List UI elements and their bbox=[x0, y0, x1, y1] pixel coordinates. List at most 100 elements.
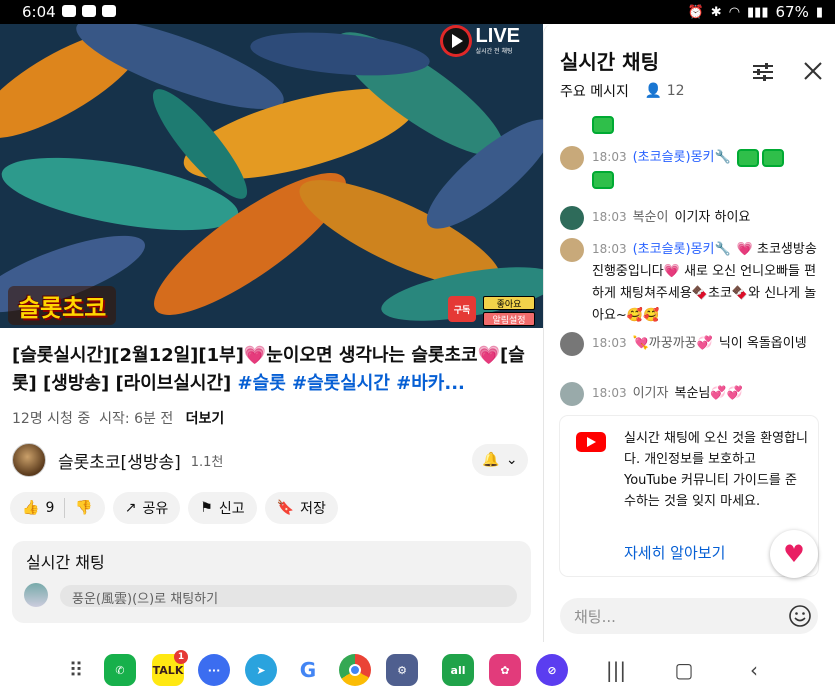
message-author: 복순이 bbox=[632, 210, 669, 225]
like-icon[interactable]: 👍 bbox=[22, 500, 39, 516]
message-time: 18:03 bbox=[592, 150, 627, 164]
notification-icons bbox=[62, 5, 116, 17]
bluetooth-icon: ✱ bbox=[710, 4, 722, 20]
google-app[interactable]: G bbox=[292, 654, 324, 686]
save-label: 저장 bbox=[300, 501, 326, 517]
back-icon[interactable]: ‹ bbox=[742, 658, 766, 682]
video-player[interactable]: LIVE 실시간 전 채팅 슬롯초코 구독 좋아요 알림설정 bbox=[0, 24, 543, 328]
message-time: 18:03 bbox=[592, 386, 627, 400]
message-time: 18:03 bbox=[592, 210, 627, 224]
emote-partial bbox=[592, 114, 617, 134]
home-icon[interactable]: ▢ bbox=[672, 658, 696, 682]
talk-notification-icon bbox=[82, 5, 96, 17]
chat-input[interactable]: 채팅... bbox=[560, 598, 818, 634]
like-overlay: 좋아요 bbox=[483, 296, 535, 310]
bookmark-icon: 🔖 bbox=[276, 500, 295, 516]
settings-app[interactable]: ⚙ bbox=[386, 654, 418, 686]
notification-bell-button[interactable]: 🔔 ⌄ bbox=[472, 444, 528, 476]
youtube-notification-icon bbox=[102, 5, 116, 17]
like-dislike-pill: 👍 9 👎 bbox=[10, 492, 105, 524]
channel-name[interactable]: 슬롯초코[생방송] bbox=[58, 448, 181, 473]
viewer-count: 12명 시청 중 bbox=[12, 411, 91, 427]
chevron-down-icon: ⌄ bbox=[505, 452, 518, 468]
live-chat-card-title: 실시간 채팅 bbox=[26, 553, 105, 572]
emoji-icon[interactable] bbox=[788, 604, 812, 628]
signal-icon: ▮▮▮ bbox=[747, 4, 769, 20]
chat-message[interactable]: 18:03 (초코슬롯)몽키🔧 bbox=[560, 146, 828, 191]
notification-icon bbox=[62, 5, 76, 17]
status-bar: 6:04 ⏰ ✱ ◠ ▮▮▮ 67% ▮ bbox=[0, 0, 835, 24]
message-text: 이기자 하이요 bbox=[674, 210, 751, 225]
notification-badge: 1 bbox=[174, 650, 188, 664]
message-author: (초코슬롯)몽키🔧 bbox=[632, 150, 731, 165]
allone-app[interactable]: all bbox=[442, 654, 474, 686]
share-label: 공유 bbox=[142, 501, 169, 517]
alarm-icon: ⏰ bbox=[687, 4, 704, 20]
chrome-app[interactable] bbox=[339, 654, 371, 686]
close-icon[interactable] bbox=[802, 60, 824, 82]
bell-icon: 🔔 bbox=[482, 452, 500, 468]
flower-app[interactable]: ✿ bbox=[489, 654, 521, 686]
learn-more-link[interactable]: 자세히 알아보기 bbox=[624, 542, 725, 563]
chat-message[interactable]: 18:03 (초코슬롯)몽키🔧 💗 초코생방송 진행중입니다💗 새로 오신 언니오빠… bbox=[560, 238, 828, 327]
message-author: 💘까꿍까꿍💞 bbox=[632, 336, 713, 351]
user-avatar bbox=[560, 206, 584, 230]
live-chat-panel: 실시간 채팅 주요 메시지 👤 12 18:03 (초코슬롯)몽키🔧 18:03 복… bbox=[543, 24, 835, 642]
share-button[interactable]: ↗ 공유 bbox=[112, 492, 181, 524]
app-drawer-icon[interactable]: ⠿ bbox=[64, 658, 88, 682]
youtube-icon bbox=[576, 432, 606, 452]
emote-icon bbox=[761, 148, 784, 167]
save-button[interactable]: 🔖 저장 bbox=[264, 492, 338, 524]
user-avatar bbox=[560, 382, 584, 406]
top-chat-filter[interactable]: 주요 메시지 bbox=[560, 81, 629, 101]
channel-avatar[interactable] bbox=[12, 443, 46, 477]
live-badge: LIVE 실시간 전 채팅 bbox=[440, 24, 520, 58]
phone-app[interactable]: ✆ bbox=[104, 654, 136, 686]
channel-row[interactable]: 슬롯초코[생방송] 1.1천 🔔 ⌄ bbox=[12, 442, 532, 478]
channel-logo-overlay: 슬롯초코 bbox=[8, 286, 117, 325]
panel-subheader: 주요 메시지 👤 12 bbox=[560, 81, 685, 101]
viewer-count-value: 12 bbox=[666, 83, 685, 99]
telegram-app[interactable]: ➤ bbox=[245, 654, 277, 686]
battery-icon: ▮ bbox=[815, 4, 823, 20]
subscribe-overlay: 구독 bbox=[448, 296, 476, 322]
like-count[interactable]: 9 bbox=[45, 500, 54, 516]
chat-message[interactable]: 18:03 이기자 복순님💞💞 bbox=[560, 382, 828, 406]
messages-app[interactable]: ··· bbox=[198, 654, 230, 686]
monkey-avatar bbox=[560, 238, 584, 262]
live-play-icon bbox=[440, 25, 472, 57]
dislike-icon[interactable]: 👎 bbox=[75, 500, 92, 516]
live-sub-label: 실시간 전 채팅 bbox=[475, 48, 513, 55]
live-chat-card[interactable]: 실시간 채팅 풍운(風雲)(으)로 채팅하기 bbox=[12, 541, 531, 623]
wifi-icon: ◠ bbox=[728, 4, 741, 20]
samsung-internet-app[interactable]: ⊘ bbox=[536, 654, 568, 686]
message-author: 이기자 bbox=[632, 386, 669, 401]
kakaotalk-app[interactable]: TALK 1 bbox=[152, 650, 188, 686]
panel-title: 실시간 채팅 bbox=[560, 50, 659, 74]
chat-message-list[interactable]: 18:03 (초코슬롯)몽키🔧 18:03 복순이 이기자 하이요 18:03 (초코슬… bbox=[544, 114, 835, 414]
battery-level: 67% bbox=[775, 3, 809, 21]
report-button[interactable]: ⚑ 신고 bbox=[188, 492, 257, 524]
chat-card-input[interactable]: 풍운(風雲)(으)로 채팅하기 bbox=[60, 585, 517, 607]
tune-icon[interactable] bbox=[752, 62, 774, 82]
user-avatar bbox=[24, 583, 48, 607]
more-button[interactable]: 더보기 bbox=[186, 411, 225, 427]
emote-icon bbox=[592, 170, 614, 189]
video-title[interactable]: [슬롯실시간][2월12일][1부]💗눈이오면 생각나는 슬롯초코💗[슬롯] [… bbox=[12, 342, 534, 398]
chat-message[interactable]: 18:03 💘까꿍까꿍💞 닉이 옥돌옵이넹 bbox=[560, 332, 828, 356]
recents-icon[interactable]: ||| bbox=[604, 658, 628, 682]
message-time: 18:03 bbox=[592, 336, 627, 350]
action-bar: 👍 9 👎 ↗ 공유 ⚑ 신고 🔖 저장 bbox=[10, 492, 338, 524]
taskbar: ⠿ ✆ TALK 1 ··· ➤ G ⚙ all ✿ ⊘ ||| ▢ ‹ bbox=[0, 642, 835, 695]
heart-reaction-button[interactable]: ♥ bbox=[770, 530, 818, 578]
status-time: 6:04 bbox=[22, 3, 56, 21]
alarm-overlay: 알림설정 bbox=[483, 312, 535, 326]
message-author: (초코슬롯)몽키🔧 bbox=[632, 242, 731, 257]
system-icons: ⏰ ✱ ◠ ▮▮▮ 67% ▮ bbox=[688, 3, 823, 21]
monkey-avatar bbox=[560, 146, 584, 170]
message-text: 닉이 옥돌옵이넹 bbox=[718, 336, 807, 351]
chat-message[interactable]: 18:03 복순이 이기자 하이요 bbox=[560, 206, 828, 230]
video-hashtags[interactable]: #슬롯 #슬롯실시간 #바카... bbox=[238, 373, 465, 394]
message-time: 18:03 bbox=[592, 242, 627, 256]
emote-icon bbox=[592, 115, 614, 134]
